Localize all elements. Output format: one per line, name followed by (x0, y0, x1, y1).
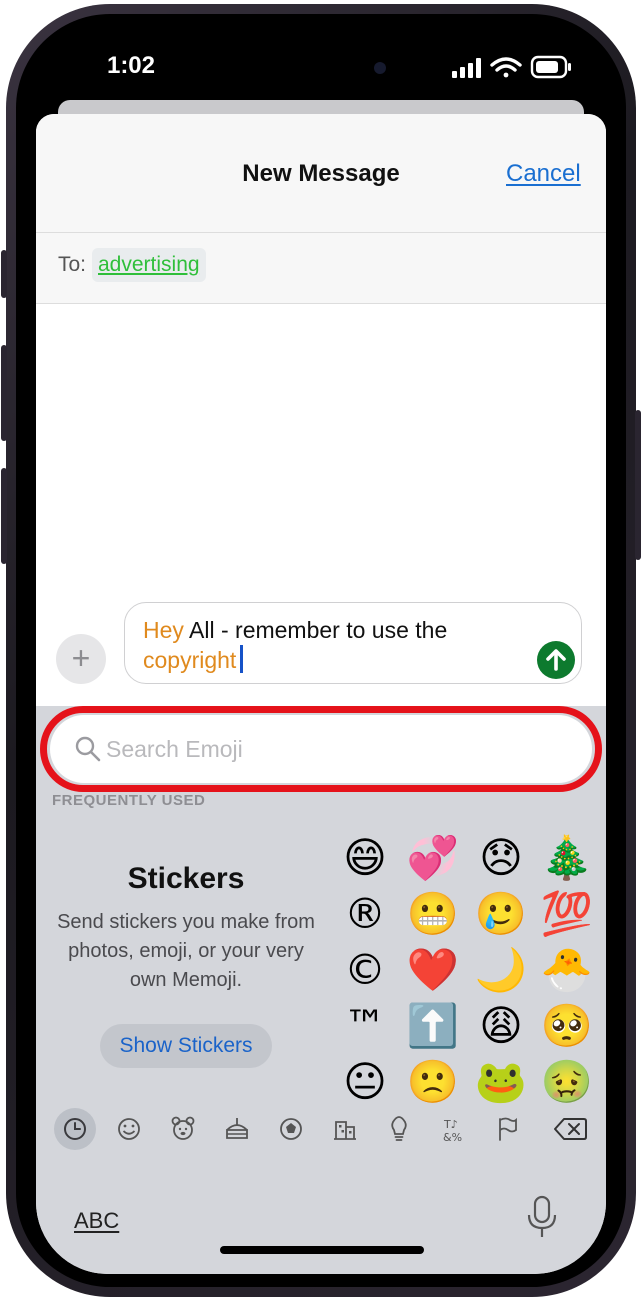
ball-icon[interactable] (270, 1108, 312, 1150)
wifi-icon (490, 57, 522, 78)
emoji-key[interactable]: 😐 (336, 1056, 394, 1108)
emoji-key[interactable]: 🙁 (404, 1056, 462, 1108)
message-text-middle: All - remember to use the (189, 617, 448, 643)
emoji-key[interactable]: 💯 (538, 888, 596, 940)
status-icons (452, 55, 571, 79)
food-icon[interactable] (216, 1108, 258, 1150)
emoji-key[interactable]: 🥺 (538, 1000, 596, 1052)
animal-icon[interactable] (162, 1108, 204, 1150)
emoji-key[interactable]: 🥲 (472, 888, 530, 940)
emoji-key[interactable]: ❤️ (404, 944, 462, 996)
recipient-chip[interactable]: advertising (92, 248, 206, 282)
emoji-key[interactable]: 🎄 (538, 832, 596, 884)
emoji-category-bar: T♪ &% (36, 1104, 606, 1156)
emoji-key[interactable]: 🌙 (472, 944, 530, 996)
svg-text:&%: &% (443, 1131, 462, 1144)
cellular-signal-icon (452, 58, 481, 78)
cancel-button[interactable]: Cancel (506, 160, 581, 188)
emoji-keyboard: FREQUENTLY USED Stickers Send stickers y… (36, 706, 606, 1274)
building-icon[interactable] (324, 1108, 366, 1150)
emoji-key[interactable]: ⬆️ (404, 1000, 462, 1052)
status-time: 1:02 (106, 52, 156, 79)
bulb-icon[interactable] (378, 1108, 420, 1150)
smiley-icon[interactable] (108, 1108, 150, 1150)
camera-dot (374, 62, 386, 74)
new-message-sheet: New Message Cancel To: advertising + Hey… (36, 114, 606, 1274)
add-attachment-button[interactable]: + (56, 634, 106, 684)
power-button (635, 410, 641, 560)
emoji-key[interactable]: © (336, 944, 394, 996)
svg-text:T♪: T♪ (443, 1118, 458, 1131)
search-highlight-ring (40, 706, 602, 792)
keyword-copyright: copyright (143, 647, 237, 673)
emoji-key[interactable]: 🐸 (472, 1056, 530, 1108)
emoji-key[interactable]: ™ (336, 1000, 394, 1052)
emoji-key[interactable]: ® (336, 888, 394, 940)
recent-icon[interactable] (54, 1108, 96, 1150)
flag-icon[interactable] (486, 1108, 528, 1150)
delete-backspace-icon[interactable] (550, 1108, 592, 1150)
symbols-icon[interactable]: T♪ &% (432, 1108, 474, 1150)
arrow-up-icon (546, 649, 566, 671)
emoji-key[interactable]: 😩 (472, 1000, 530, 1052)
to-label: To: (58, 253, 87, 276)
stickers-description: Send stickers you make from photos, emoj… (57, 911, 315, 991)
text-cursor (240, 645, 244, 673)
send-button[interactable] (537, 641, 575, 679)
volume-down-button (1, 468, 7, 564)
section-label: FREQUENTLY USED (52, 792, 206, 809)
keyword-hey: Hey (143, 617, 184, 643)
emoji-key[interactable]: 💞 (404, 832, 462, 884)
action-button (1, 250, 7, 298)
emoji-key[interactable]: 😞 (472, 832, 530, 884)
battery-icon (530, 55, 571, 79)
message-text: Hey All - remember to use the copyright (143, 615, 523, 675)
emoji-key[interactable]: 🤢 (538, 1056, 596, 1108)
stickers-title: Stickers (127, 862, 245, 895)
emoji-key[interactable]: 🐣 (538, 944, 596, 996)
volume-up-button (1, 345, 7, 441)
emoji-key[interactable]: 😄 (336, 832, 394, 884)
emoji-key[interactable]: 😬 (404, 888, 462, 940)
message-input[interactable]: Hey All - remember to use the copyright (124, 602, 582, 684)
abc-keyboard-button[interactable]: ABC (74, 1208, 119, 1234)
home-indicator[interactable] (220, 1246, 424, 1254)
show-stickers-button[interactable]: Show Stickers (100, 1024, 272, 1068)
microphone-icon[interactable] (524, 1194, 560, 1240)
